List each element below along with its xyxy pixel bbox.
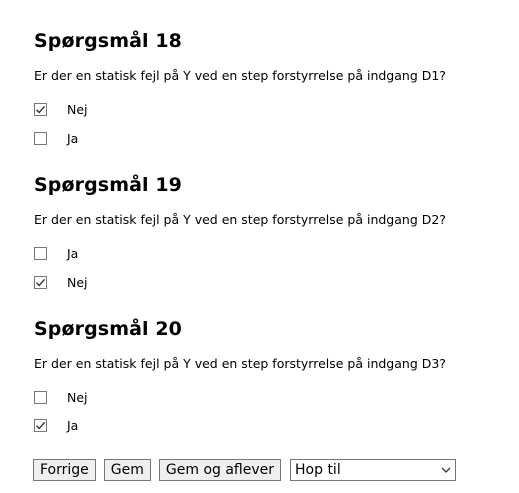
option-label: Ja	[67, 417, 79, 433]
option-nej[interactable]: Nej	[34, 101, 88, 117]
checkbox[interactable]	[34, 246, 47, 260]
option-nej[interactable]: Nej	[34, 274, 88, 290]
option-ja[interactable]: Ja	[34, 417, 78, 433]
checkbox[interactable]	[34, 390, 47, 404]
question-20: Spørgsmål 20 Er der en statisk fejl på Y…	[34, 317, 504, 433]
previous-button[interactable]: Forrige	[33, 458, 96, 481]
question-title: Spørgsmål 18	[34, 30, 183, 52]
checkmark-icon	[36, 105, 46, 114]
option-label: Ja	[67, 245, 79, 261]
question-18: Spørgsmål 18 Er der en statisk fejl på Y…	[34, 29, 504, 146]
option-ja[interactable]: Ja	[34, 245, 78, 261]
question-title: Spørgsmål 19	[34, 174, 183, 196]
checkbox[interactable]	[34, 102, 47, 116]
checkbox[interactable]	[34, 131, 47, 145]
option-label: Nej	[67, 101, 88, 117]
option-ja[interactable]: Ja	[34, 130, 78, 146]
question-text: Er der en statisk fejl på Y ved en step …	[34, 356, 446, 371]
navigation-bar: Forrige Gem Gem og aflever Hop til	[33, 458, 457, 481]
save-button[interactable]: Gem	[103, 458, 151, 481]
option-label: Nej	[67, 389, 88, 405]
option-nej[interactable]: Nej	[34, 389, 88, 405]
checkmark-icon	[36, 278, 46, 287]
checkbox[interactable]	[34, 275, 47, 289]
question-19: Spørgsmål 19 Er der en statisk fejl på Y…	[34, 173, 504, 290]
question-title: Spørgsmål 20	[34, 318, 183, 340]
chevron-down-icon	[441, 467, 451, 473]
checkbox[interactable]	[34, 418, 47, 432]
question-text: Er der en statisk fejl på Y ved en step …	[34, 68, 446, 83]
option-label: Ja	[67, 130, 79, 146]
save-and-submit-button[interactable]: Gem og aflever	[158, 458, 282, 481]
checkmark-icon	[36, 421, 46, 430]
option-label: Nej	[67, 274, 88, 290]
jump-to-select[interactable]: Hop til	[290, 458, 457, 481]
jump-to-select-value: Hop til	[295, 461, 341, 478]
question-text: Er der en statisk fejl på Y ved en step …	[34, 212, 446, 227]
